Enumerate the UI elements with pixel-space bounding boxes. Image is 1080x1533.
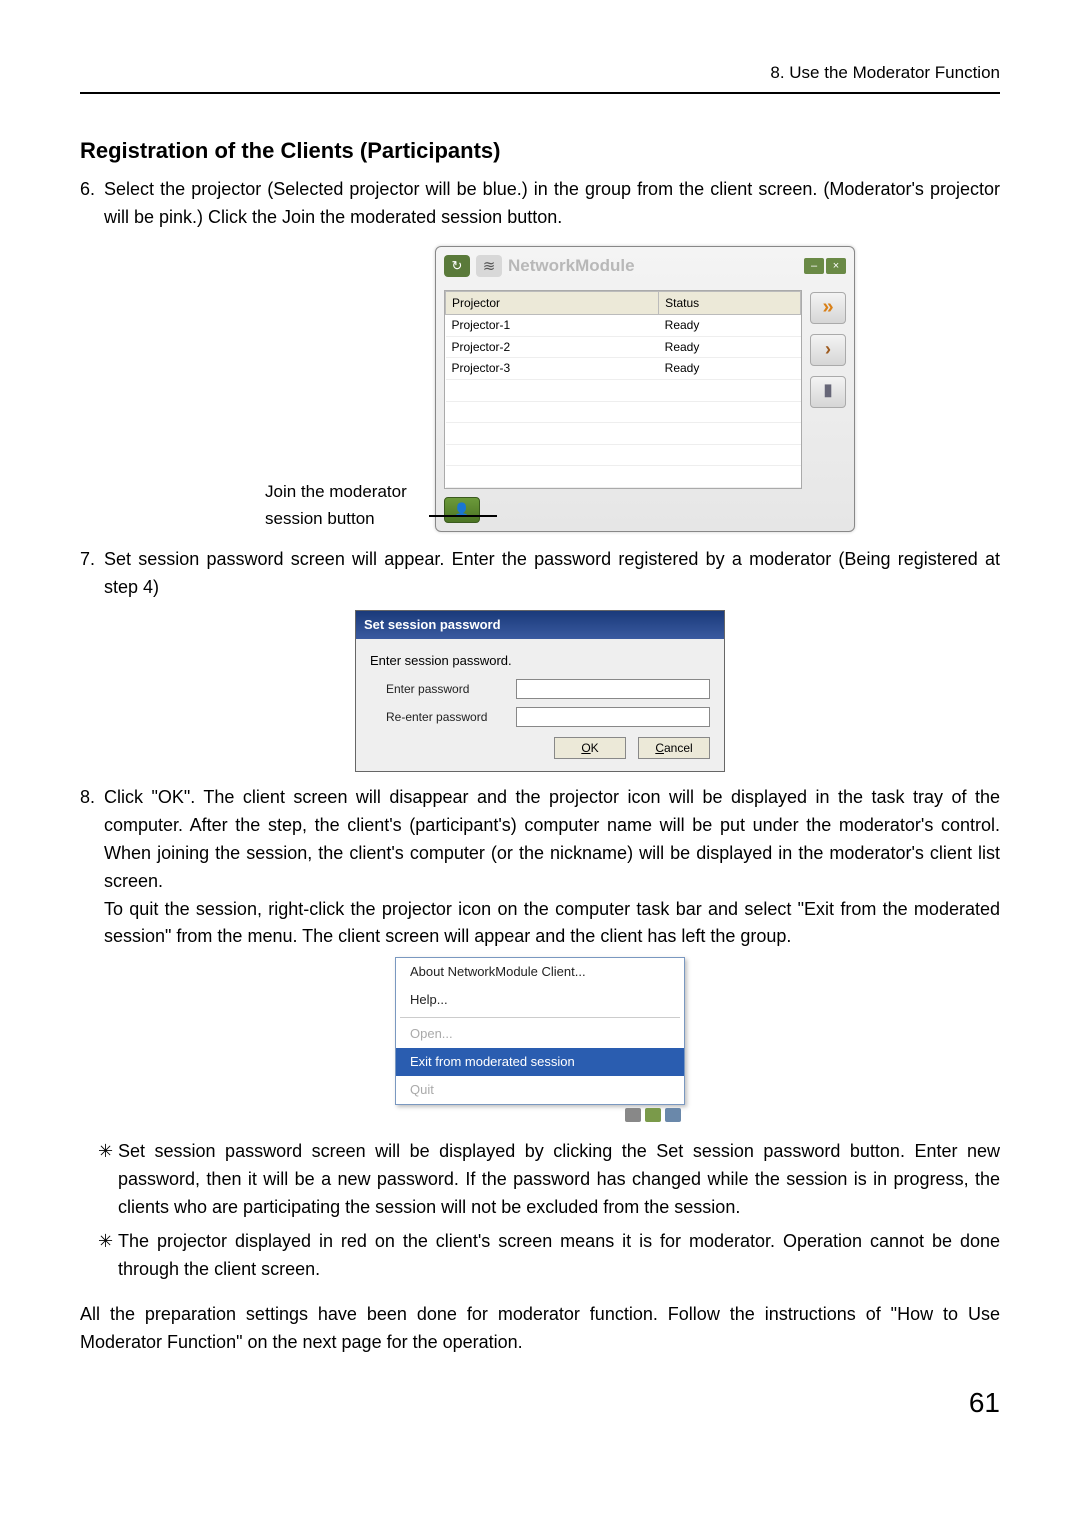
step-6-number: 6. (80, 176, 104, 232)
step-6-text: Select the projector (Selected projector… (104, 176, 1000, 232)
nm-window-title: NetworkModule (508, 253, 635, 279)
table-row[interactable]: Projector-1 Ready (446, 315, 801, 337)
tray-icon[interactable] (665, 1108, 681, 1122)
building-icon[interactable]: ▮ (810, 376, 846, 408)
step-8-text-a: Click "OK". The client screen will disap… (104, 787, 1000, 891)
menu-quit: Quit (396, 1076, 684, 1104)
join-session-button[interactable]: 👤 (444, 497, 480, 523)
projector-status: Ready (659, 358, 801, 380)
projector-name: Projector-3 (446, 358, 659, 380)
tray-icon[interactable] (645, 1108, 661, 1122)
context-menu-figure: About NetworkModule Client... Help... Op… (395, 957, 685, 1122)
chapter-label: 8. Use the Moderator Function (770, 63, 1000, 82)
caption-leader-line (429, 515, 497, 517)
ok-button[interactable]: OK (554, 737, 626, 759)
wifi-icon[interactable]: ≋ (476, 255, 502, 277)
step-8-number: 8. (80, 784, 104, 951)
tray-icon[interactable] (625, 1108, 641, 1122)
join-caption-line2: session button (265, 509, 375, 528)
cancel-button[interactable]: Cancel (638, 737, 710, 759)
col-status[interactable]: Status (659, 291, 801, 315)
note-1-text: Set session password screen will be disp… (118, 1138, 1000, 1222)
networkmodule-window: ↻ ≋ NetworkModule – × Projector Status P… (435, 246, 855, 532)
menu-help[interactable]: Help... (396, 986, 684, 1014)
minimize-button[interactable]: – (804, 258, 824, 274)
play-button[interactable]: › (810, 334, 846, 366)
step-6: 6. Select the projector (Selected projec… (80, 176, 1000, 232)
password-input[interactable] (516, 679, 710, 699)
menu-open: Open... (396, 1020, 684, 1048)
projector-status: Ready (659, 336, 801, 358)
password-label: Enter password (386, 680, 506, 699)
nm-titlebar: ↻ ≋ NetworkModule – × (436, 247, 854, 285)
step-8: 8. Click "OK". The client screen will di… (80, 784, 1000, 951)
reenter-password-input[interactable] (516, 707, 710, 727)
col-projector[interactable]: Projector (446, 291, 659, 315)
dialog-title: Set session password (356, 611, 724, 639)
connect-button[interactable]: » (810, 292, 846, 324)
context-menu: About NetworkModule Client... Help... Op… (395, 957, 685, 1105)
menu-separator (400, 1017, 680, 1018)
step-7-text: Set session password screen will appear.… (104, 546, 1000, 602)
note-1: ✳ Set session password screen will be di… (98, 1138, 1000, 1222)
join-caption-line1: Join the moderator (265, 482, 407, 501)
refresh-icon[interactable]: ↻ (444, 255, 470, 277)
system-tray (395, 1105, 685, 1122)
closing-paragraph: All the preparation settings have been d… (80, 1301, 1000, 1357)
reenter-password-label: Re-enter password (386, 708, 506, 727)
set-password-dialog: Set session password Enter session passw… (355, 610, 725, 772)
menu-about[interactable]: About NetworkModule Client... (396, 958, 684, 986)
star-icon: ✳ (98, 1228, 118, 1284)
dialog-instruction: Enter session password. (370, 651, 710, 671)
menu-exit-session[interactable]: Exit from moderated session (396, 1048, 684, 1076)
step-7-number: 7. (80, 546, 104, 602)
table-row[interactable]: Projector-2 Ready (446, 336, 801, 358)
projector-status: Ready (659, 315, 801, 337)
step-7: 7. Set session password screen will appe… (80, 546, 1000, 602)
page-header: 8. Use the Moderator Function (80, 60, 1000, 94)
projector-name: Projector-1 (446, 315, 659, 337)
projector-table: Projector Status Projector-1 Ready Proje… (444, 290, 802, 489)
figure-networkmodule: Join the moderator session button ↻ ≋ Ne… (120, 246, 1000, 532)
join-button-caption: Join the moderator session button (265, 479, 425, 532)
page-number: 61 (80, 1381, 1000, 1424)
star-icon: ✳ (98, 1138, 118, 1222)
table-row[interactable]: Projector-3 Ready (446, 358, 801, 380)
note-2-text: The projector displayed in red on the cl… (118, 1228, 1000, 1284)
step-8-text-b: To quit the session, right-click the pro… (104, 899, 1000, 947)
close-button[interactable]: × (826, 258, 846, 274)
note-2: ✳ The projector displayed in red on the … (98, 1228, 1000, 1284)
section-title: Registration of the Clients (Participant… (80, 134, 1000, 168)
projector-name: Projector-2 (446, 336, 659, 358)
